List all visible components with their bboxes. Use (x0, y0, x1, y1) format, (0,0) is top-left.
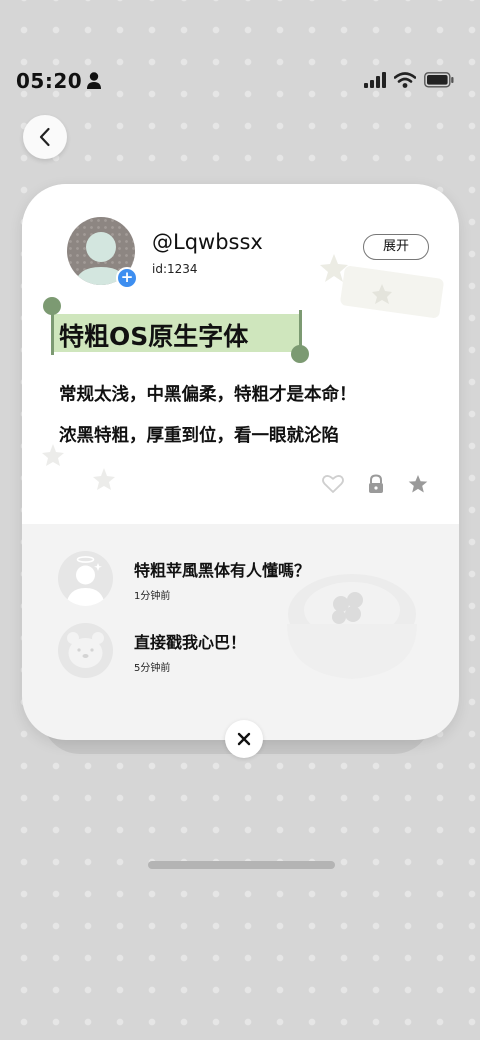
status-bar: 05:20 (16, 64, 454, 98)
home-indicator[interactable] (148, 861, 335, 869)
commenter-avatar[interactable] (58, 551, 113, 606)
star-icon[interactable] (408, 474, 428, 494)
person-icon (87, 72, 101, 89)
close-icon (237, 732, 251, 746)
chevron-left-icon (39, 127, 50, 147)
commenter-avatar[interactable] (58, 623, 113, 678)
selection-handle-start[interactable] (43, 297, 61, 315)
comment-time: 5分钟前 (134, 663, 171, 674)
post-body-line: 常规太浅，中黑偏柔，特粗才是本命！ (59, 385, 357, 405)
decorative-stars-icon (320, 254, 444, 318)
expand-button[interactable]: 展开 (363, 234, 429, 260)
follow-plus-icon[interactable]: + (116, 267, 138, 289)
system-icons (364, 72, 454, 88)
clover-cup-decoration-icon (287, 574, 417, 679)
user-id: id:1234 (152, 262, 198, 276)
post-card: + @Lqwbssx id:1234 展开 特粗OS原生字体 常规太浅，中黑偏柔… (22, 184, 459, 740)
close-button[interactable] (225, 720, 263, 758)
cellular-signal-icon (364, 72, 386, 88)
post-title: 特粗OS原生字体 (59, 322, 249, 351)
wifi-icon (394, 72, 416, 88)
comment-text: 直接戳我心巴！ (134, 633, 247, 652)
battery-icon (424, 72, 454, 88)
comment-text: 特粗苹風黑体有人懂嗎？ (134, 561, 311, 580)
selection-handle-end[interactable] (291, 345, 309, 363)
post-body-line: 浓黑特粗，厚重到位，看一眼就沦陷 (59, 426, 339, 446)
post-actions (322, 474, 428, 494)
comment-time: 1分钟前 (134, 591, 171, 602)
lock-icon[interactable] (366, 474, 386, 494)
angel-avatar-icon (66, 556, 105, 606)
bear-avatar-icon (67, 632, 104, 668)
username[interactable]: @Lqwbssx (152, 230, 263, 254)
heart-icon[interactable] (322, 474, 344, 494)
post-content-area: + @Lqwbssx id:1234 展开 特粗OS原生字体 常规太浅，中黑偏柔… (22, 184, 459, 524)
status-time: 05:20 (16, 69, 83, 93)
back-button[interactable] (23, 115, 67, 159)
